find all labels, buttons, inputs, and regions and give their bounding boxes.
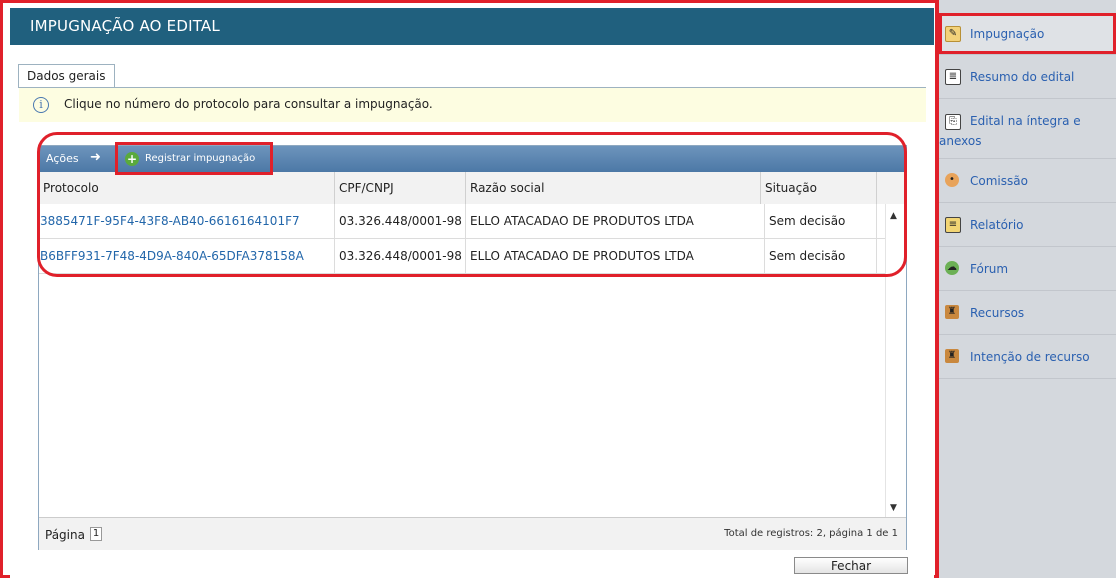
sidebar-item-comissao[interactable]: • Comissão xyxy=(939,158,1116,203)
records-total: Total de registros: 2, página 1 de 1 xyxy=(724,528,898,539)
sidebar-item-recursos[interactable]: ♜ Recursos xyxy=(939,290,1116,335)
close-button[interactable]: Fechar xyxy=(794,557,908,574)
tab-label: Dados gerais xyxy=(27,69,106,83)
page-header: IMPUGNAÇÃO AO EDITAL xyxy=(10,8,934,45)
users-icon: • xyxy=(945,173,959,187)
sidebar-item-label: Resumo do edital xyxy=(970,70,1075,84)
sidebar-item-label: Relatório xyxy=(970,218,1024,232)
sidebar-item-label: Fórum xyxy=(970,262,1009,276)
page-number-input[interactable]: 1 xyxy=(90,527,102,541)
sidebar-item-label: Comissão xyxy=(970,174,1028,188)
highlight-sidebar-outline xyxy=(939,13,1116,54)
sidebar-item-label: Edital na íntegra e anexos xyxy=(939,114,1081,148)
appeal-intent-icon: ♜ xyxy=(945,349,959,363)
tab-dados-gerais[interactable]: Dados gerais xyxy=(18,64,115,87)
sidebar-item-intencao-de-recurso[interactable]: ♜ Intenção de recurso xyxy=(939,334,1116,379)
page-label: Página xyxy=(45,528,85,542)
sidebar: ✎ Impugnação ≣ Resumo do edital ⎘ Edital… xyxy=(939,0,1116,578)
sidebar-item-label: Intenção de recurso xyxy=(970,350,1090,364)
appeal-icon: ♜ xyxy=(945,305,959,319)
info-text: Clique no número do protocolo para consu… xyxy=(64,97,433,111)
sidebar-item-resumo-do-edital[interactable]: ≣ Resumo do edital xyxy=(939,54,1116,99)
document-icon: ≣ xyxy=(945,69,961,85)
sidebar-item-forum[interactable]: ☁ Fórum xyxy=(939,246,1116,291)
info-banner: i Clique no número do protocolo para con… xyxy=(19,88,926,122)
report-icon: ≡ xyxy=(945,217,961,233)
page-title: IMPUGNAÇÃO AO EDITAL xyxy=(30,17,220,35)
scroll-down-arrow-icon[interactable]: ▼ xyxy=(890,503,897,513)
sidebar-item-label: Recursos xyxy=(970,306,1025,320)
forum-icon: ☁ xyxy=(945,261,959,275)
sidebar-item-edital-integra[interactable]: ⎘ Edital na íntegra e anexos xyxy=(939,98,1116,159)
info-icon: i xyxy=(33,97,49,113)
pagination-bar: Página 1 Total de registros: 2, página 1… xyxy=(39,517,906,550)
highlight-register-outline xyxy=(115,142,273,175)
sidebar-item-relatorio[interactable]: ≡ Relatório xyxy=(939,202,1116,247)
